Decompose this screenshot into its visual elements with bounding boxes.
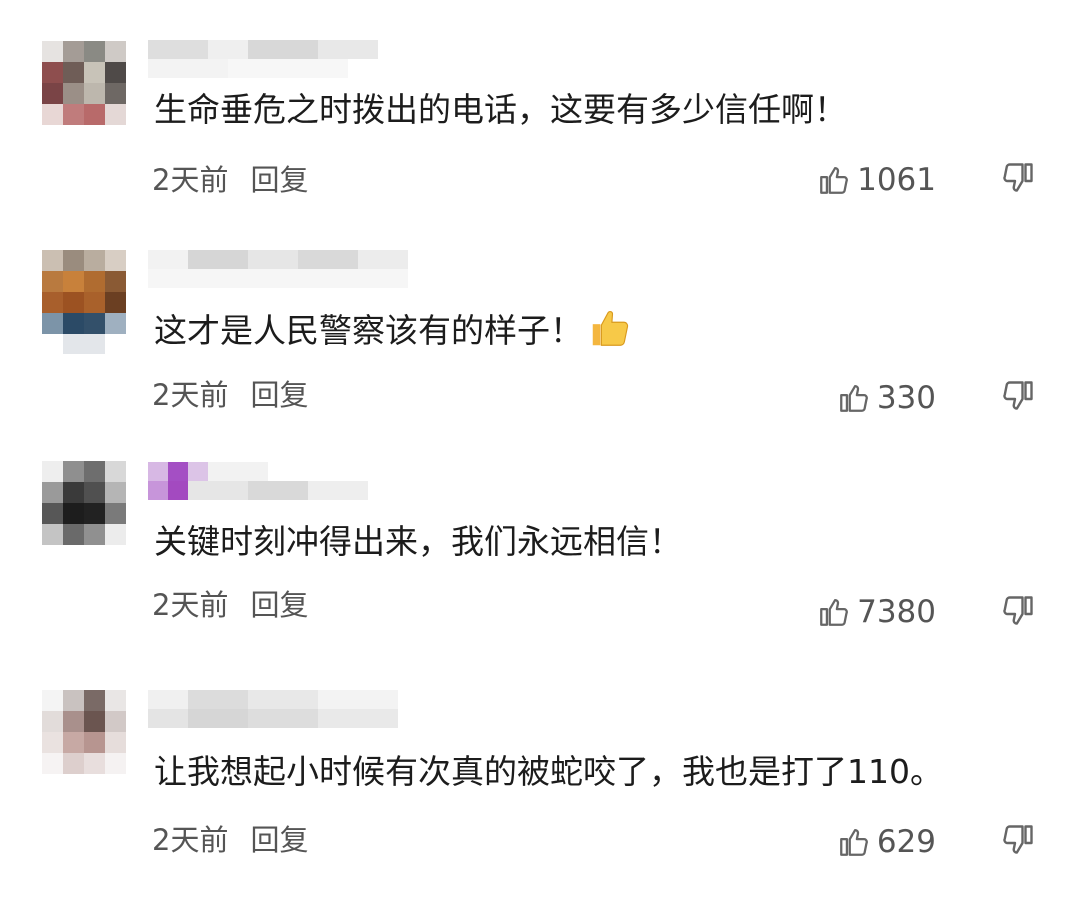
avatar-fragment <box>63 334 105 354</box>
thumbs-up-icon <box>820 166 848 194</box>
comment-meta: 2天前 回复 <box>152 377 308 413</box>
comment-time: 2天前 <box>152 823 229 857</box>
avatar[interactable] <box>42 690 126 774</box>
thumbs-up-icon <box>820 598 848 626</box>
dislike-button[interactable] <box>1000 593 1036 633</box>
avatar[interactable] <box>42 41 126 125</box>
avatar[interactable] <box>42 461 126 545</box>
thumbs-down-icon <box>1003 596 1033 625</box>
reply-button[interactable]: 回复 <box>250 378 308 412</box>
like-button[interactable]: 7380 <box>817 594 936 630</box>
comment-meta: 2天前 回复 <box>152 162 308 198</box>
comment-text: 关键时刻冲得出来，我们永远相信！ <box>154 522 682 561</box>
comment-text: 生命垂危之时拨出的电话，这要有多少信任啊！ <box>154 90 847 129</box>
comment-text-content: 这才是人民警察该有的样子！ <box>154 311 583 350</box>
thumbs-up-icon <box>839 384 868 412</box>
reply-button[interactable]: 回复 <box>250 588 308 622</box>
thumbs-down-icon <box>1003 825 1033 854</box>
like-count: 1061 <box>857 162 936 198</box>
reply-button[interactable]: 回复 <box>250 163 308 197</box>
like-count: 629 <box>876 824 936 860</box>
like-button[interactable]: 330 <box>837 380 936 416</box>
username-blurred[interactable] <box>148 690 408 728</box>
like-button[interactable]: 1061 <box>817 162 936 198</box>
comment-meta: 2天前 回复 <box>152 587 308 623</box>
username-blurred[interactable] <box>148 40 408 78</box>
thumbs-up-emoji-icon <box>587 305 633 360</box>
dislike-button[interactable] <box>1000 378 1036 418</box>
comment-time: 2天前 <box>152 588 229 622</box>
comment-text: 这才是人民警察该有的样子！ <box>154 305 633 360</box>
like-button[interactable]: 629 <box>837 824 936 860</box>
comment-meta: 2天前 回复 <box>152 822 308 858</box>
username-blurred[interactable] <box>148 250 408 288</box>
avatar[interactable] <box>42 250 126 334</box>
comment-text: 让我想起小时候有次真的被蛇咬了，我也是打了110。 <box>154 752 943 791</box>
comment-time: 2天前 <box>152 378 229 412</box>
reply-button[interactable]: 回复 <box>250 823 308 857</box>
thumbs-up-icon <box>839 828 868 856</box>
like-count: 330 <box>876 380 936 416</box>
thumbs-down-icon <box>1003 381 1033 410</box>
thumbs-down-icon <box>1003 163 1033 192</box>
dislike-button[interactable] <box>1000 160 1036 200</box>
username-blurred[interactable] <box>148 462 408 500</box>
like-count: 7380 <box>857 594 936 630</box>
dislike-button[interactable] <box>1000 822 1036 862</box>
comment-time: 2天前 <box>152 163 229 197</box>
